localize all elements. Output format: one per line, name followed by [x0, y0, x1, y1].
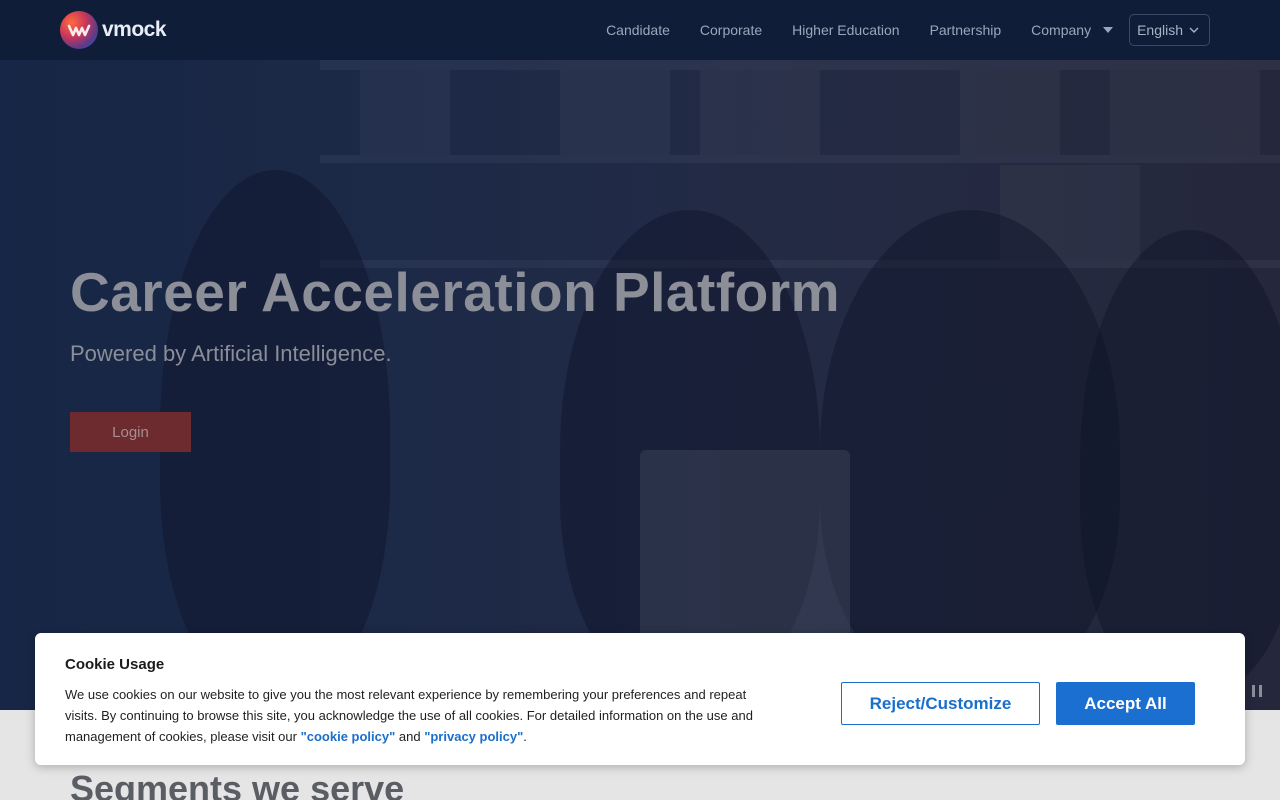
caret-down-icon	[1103, 27, 1114, 33]
chevron-down-icon	[1189, 27, 1199, 33]
nav-company-label: Company	[1031, 22, 1092, 38]
cookie-text-end: .	[523, 729, 527, 744]
login-button[interactable]: Login	[70, 412, 191, 452]
cookie-text: We use cookies on our website to give yo…	[65, 684, 765, 747]
nav-company[interactable]: Company	[1031, 22, 1114, 38]
segments-title: Segments we serve	[70, 768, 405, 800]
reject-customize-button[interactable]: Reject/Customize	[841, 682, 1040, 725]
site-header: vmock Candidate Corporate Higher Educati…	[0, 0, 1280, 60]
language-select[interactable]: English	[1129, 14, 1210, 46]
hero-overlay	[0, 60, 1280, 710]
hero-section: Career Acceleration Platform Powered by …	[0, 60, 1280, 710]
main-nav: Candidate Corporate Higher Education Par…	[576, 0, 1210, 60]
accept-all-button[interactable]: Accept All	[1056, 682, 1195, 725]
nav-corporate[interactable]: Corporate	[700, 22, 762, 38]
vmock-logo-icon	[60, 11, 98, 49]
nav-candidate[interactable]: Candidate	[606, 22, 670, 38]
privacy-policy-link[interactable]: "privacy policy"	[424, 729, 523, 744]
nav-partnership[interactable]: Partnership	[930, 22, 1002, 38]
nav-higher-education[interactable]: Higher Education	[792, 22, 899, 38]
vmock-logo[interactable]: vmock	[60, 10, 167, 50]
logo-text: vmock	[102, 18, 167, 41]
hero-title: Career Acceleration Platform	[70, 261, 841, 323]
hero-subtitle: Powered by Artificial Intelligence.	[70, 341, 392, 366]
pause-icon[interactable]	[1252, 685, 1262, 697]
language-label: English	[1137, 22, 1183, 38]
cookie-text-and: and	[395, 729, 425, 744]
cookie-title: Cookie Usage	[65, 656, 165, 673]
cookie-policy-link[interactable]: "cookie policy"	[301, 729, 396, 744]
cookie-banner: Cookie Usage We use cookies on our websi…	[35, 633, 1245, 765]
